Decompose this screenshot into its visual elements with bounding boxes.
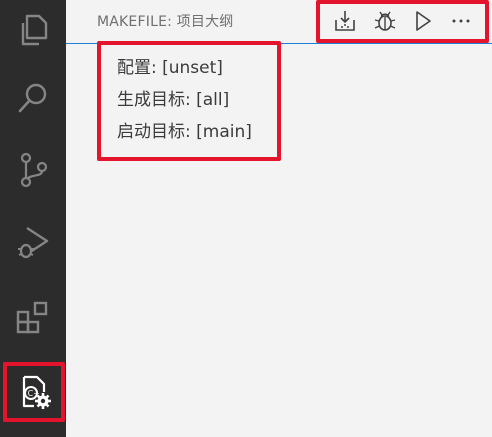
makefile-outline-panel: MAKEFILE: 项目大纲 配置: [unset] 生成目标: [all] 启…: [66, 0, 492, 437]
panel-toolbar: [316, 0, 489, 43]
run-debug-button[interactable]: [0, 212, 66, 272]
run-button[interactable]: [410, 10, 436, 36]
launch-target-item[interactable]: 启动目标: [main]: [117, 117, 252, 142]
run-icon: [411, 9, 435, 37]
more-actions-icon: [449, 9, 473, 37]
build-button[interactable]: [332, 10, 358, 36]
source-control-icon: [15, 150, 51, 190]
makefile-tools-icon: C+: [15, 373, 53, 411]
build-icon: [333, 9, 357, 37]
activity-bar: C+: [0, 0, 66, 437]
search-icon: [15, 80, 51, 116]
configuration-item[interactable]: 配置: [unset]: [117, 53, 223, 78]
more-actions-button[interactable]: [448, 10, 474, 36]
run-debug-icon: [13, 222, 53, 262]
makefile-tools-button[interactable]: C+: [3, 362, 65, 422]
debug-button[interactable]: [372, 10, 398, 36]
build-target-item[interactable]: 生成目标: [all]: [117, 85, 229, 110]
project-outline-tree: 配置: [unset] 生成目标: [all] 启动目标: [main]: [97, 41, 281, 161]
extensions-button[interactable]: [0, 288, 66, 348]
panel-header: MAKEFILE: 项目大纲: [66, 0, 492, 44]
debug-icon: [373, 9, 397, 37]
explorer-icon: [15, 12, 51, 48]
extensions-icon: [14, 299, 52, 337]
source-control-button[interactable]: [0, 140, 66, 200]
explorer-button[interactable]: [0, 0, 66, 60]
search-button[interactable]: [0, 68, 66, 128]
panel-title: MAKEFILE: 项目大纲: [97, 14, 234, 30]
